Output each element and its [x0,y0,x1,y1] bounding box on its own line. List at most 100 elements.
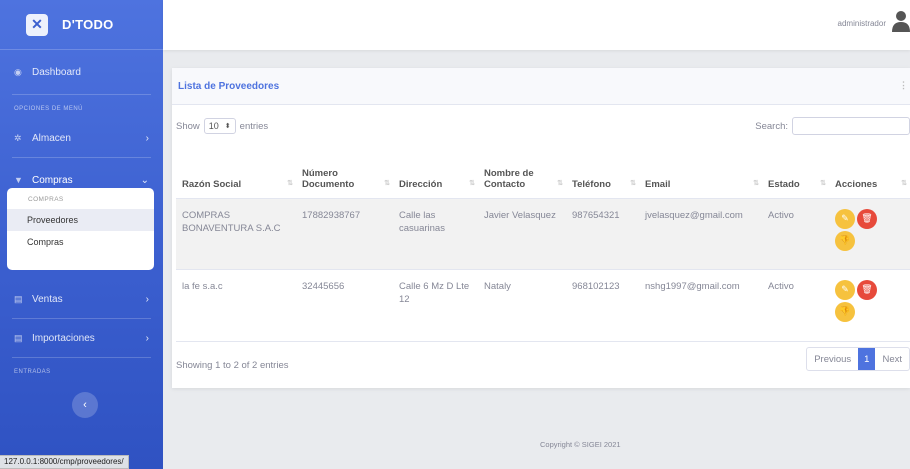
table-row: COMPRAS BONAVENTURA S.A.C 17882938767 Ca… [176,198,910,270]
chevron-right-icon: › [145,293,149,305]
copyright: Copyright © SIGEI 2021 [540,440,621,449]
trash-icon: 🗑 [861,213,873,223]
section-entradas: ENTRADAS [14,369,51,375]
table-controls: Show 10 ⬍ entries Search: [176,117,910,138]
sort-icon: ⇅ [820,179,826,187]
table-icon: ▤ [14,332,23,343]
sort-icon: ⇅ [630,179,636,187]
section-menu: OPCIONES DE MENÚ [14,106,84,112]
brand[interactable]: ✕ D'TODO [0,0,163,50]
nav-almacen[interactable]: ✲ Almacen › [0,119,163,157]
edit-icon: ✎ [841,284,849,294]
cell-telefono: 987654321 [566,198,639,270]
entries-label: entries [239,120,269,132]
delete-button[interactable]: 🗑 [857,279,877,300]
cell-razon-social: la fe s.a.c [176,269,296,342]
entries-select-value: 10 [208,121,219,131]
chevron-right-icon: › [145,332,149,344]
cell-nombre-contacto: Nataly [478,269,566,342]
cell-direccion: Calle 6 Mz D Lte 12 [393,269,478,342]
chevron-down-icon: ⌄ [140,174,149,186]
col-email[interactable]: Email ⇅ [639,152,762,199]
nav-dashboard[interactable]: ◉ Dashboard [0,50,163,94]
brand-logo-icon: ✕ [26,13,48,36]
card-title: Lista de Proveedores [178,80,280,92]
col-nombre-contacto[interactable]: Nombre de Contacto ⇅ [478,152,566,199]
trash-icon: 🗑 [861,284,873,294]
sort-icon: ⇅ [287,179,293,187]
table-row: la fe s.a.c 32445656 Calle 6 Mz D Lte 12… [176,269,910,342]
divider [12,94,151,95]
sidebar-toggle-button[interactable]: ‹ [72,392,98,418]
providers-table: Razón Social ⇅ Número Documento ⇅ Direcció… [176,152,910,342]
deactivate-button[interactable]: 👎 [835,301,855,322]
brand-name: D'TODO [62,17,114,32]
nav-almacen-label: Almacen [32,132,71,144]
col-acciones[interactable]: Acciones ⇅ [829,152,910,199]
submenu-item-proveedores[interactable]: Proveedores [7,209,154,231]
page-1-button[interactable]: 1 [858,348,876,370]
col-estado[interactable]: Estado ⇅ [762,152,829,199]
more-icon[interactable]: ⋮ [899,80,908,91]
table-icon: ▤ [14,293,23,304]
select-arrows-icon: ⬍ [224,123,231,130]
sort-icon: ⇅ [901,179,907,187]
cell-nombre-contacto: Javier Velasquez [478,198,566,270]
show-label: Show [176,120,200,132]
entries-select[interactable]: 10 ⬍ [203,118,236,134]
deactivate-button[interactable]: 👎 [835,230,855,251]
search-input[interactable] [792,117,910,135]
compras-submenu: COMPRAS Proveedores Compras [7,188,154,270]
sort-icon: ⇅ [384,179,390,187]
col-direccion[interactable]: Dirección ⇅ [393,152,478,199]
thumbs-down-icon: 👎 [839,306,851,316]
edit-icon: ✎ [841,213,849,223]
sort-icon: ⇅ [753,179,759,187]
table-header-row: Razón Social ⇅ Número Documento ⇅ Direcció… [176,152,910,199]
sidebar-lower: ▤ Ventas › ▤ Importaciones › ENTRADAS [0,280,163,382]
col-numero-documento[interactable]: Número Documento ⇅ [296,152,393,199]
cell-numero-documento: 17882938767 [296,198,393,270]
thumbs-down-icon: 👎 [839,235,851,245]
cell-acciones: ✎ 🗑 👎 [829,269,910,342]
search-control: Search: [755,117,910,135]
sort-icon: ⇅ [469,179,475,187]
chevron-right-icon: › [145,132,149,144]
col-razon-social[interactable]: Razón Social ⇅ [176,152,296,199]
cell-email: nshg1997@gmail.com [639,269,762,342]
nav-importaciones-label: Importaciones [32,332,95,344]
cell-razon-social: COMPRAS BONAVENTURA S.A.C [176,198,296,270]
next-button[interactable]: Next [875,348,909,370]
nav-compras-label: Compras [32,174,73,186]
topbar: administrador [163,0,910,50]
edit-button[interactable]: ✎ [835,279,855,300]
submenu-item-compras[interactable]: Compras [7,231,154,253]
divider [12,357,151,358]
user-name[interactable]: administrador [838,19,886,28]
sort-icon: ⇅ [557,179,563,187]
cart-icon: ▼ [14,175,23,185]
card-header: Lista de Proveedores ⋮ [172,68,910,105]
gear-icon: ✲ [14,132,22,143]
cell-estado: Activo [762,269,829,342]
col-telefono[interactable]: Teléfono ⇅ [566,152,639,199]
chevron-left-icon: ‹ [83,399,87,411]
delete-button[interactable]: 🗑 [857,208,877,229]
nav-importaciones[interactable]: ▤ Importaciones › [0,319,163,357]
search-label: Search: [755,120,788,132]
user-icon[interactable] [892,10,910,32]
previous-button[interactable]: Previous [807,348,858,370]
edit-button[interactable]: ✎ [835,208,855,229]
cell-estado: Activo [762,198,829,270]
cell-direccion: Calle las casuarinas [393,198,478,270]
pagination: Previous 1 Next [806,347,910,371]
cell-email: jvelasquez@gmail.com [639,198,762,270]
dashboard-icon: ◉ [14,66,22,77]
nav-ventas-label: Ventas [32,293,63,305]
table-info: Showing 1 to 2 of 2 entries [176,360,289,371]
cell-acciones: ✎ 🗑 👎 [829,198,910,270]
nav-ventas[interactable]: ▤ Ventas › [0,280,163,318]
divider [12,157,151,158]
providers-card: Lista de Proveedores ⋮ Show 10 ⬍ entries… [172,68,910,388]
nav-dashboard-label: Dashboard [32,66,81,78]
